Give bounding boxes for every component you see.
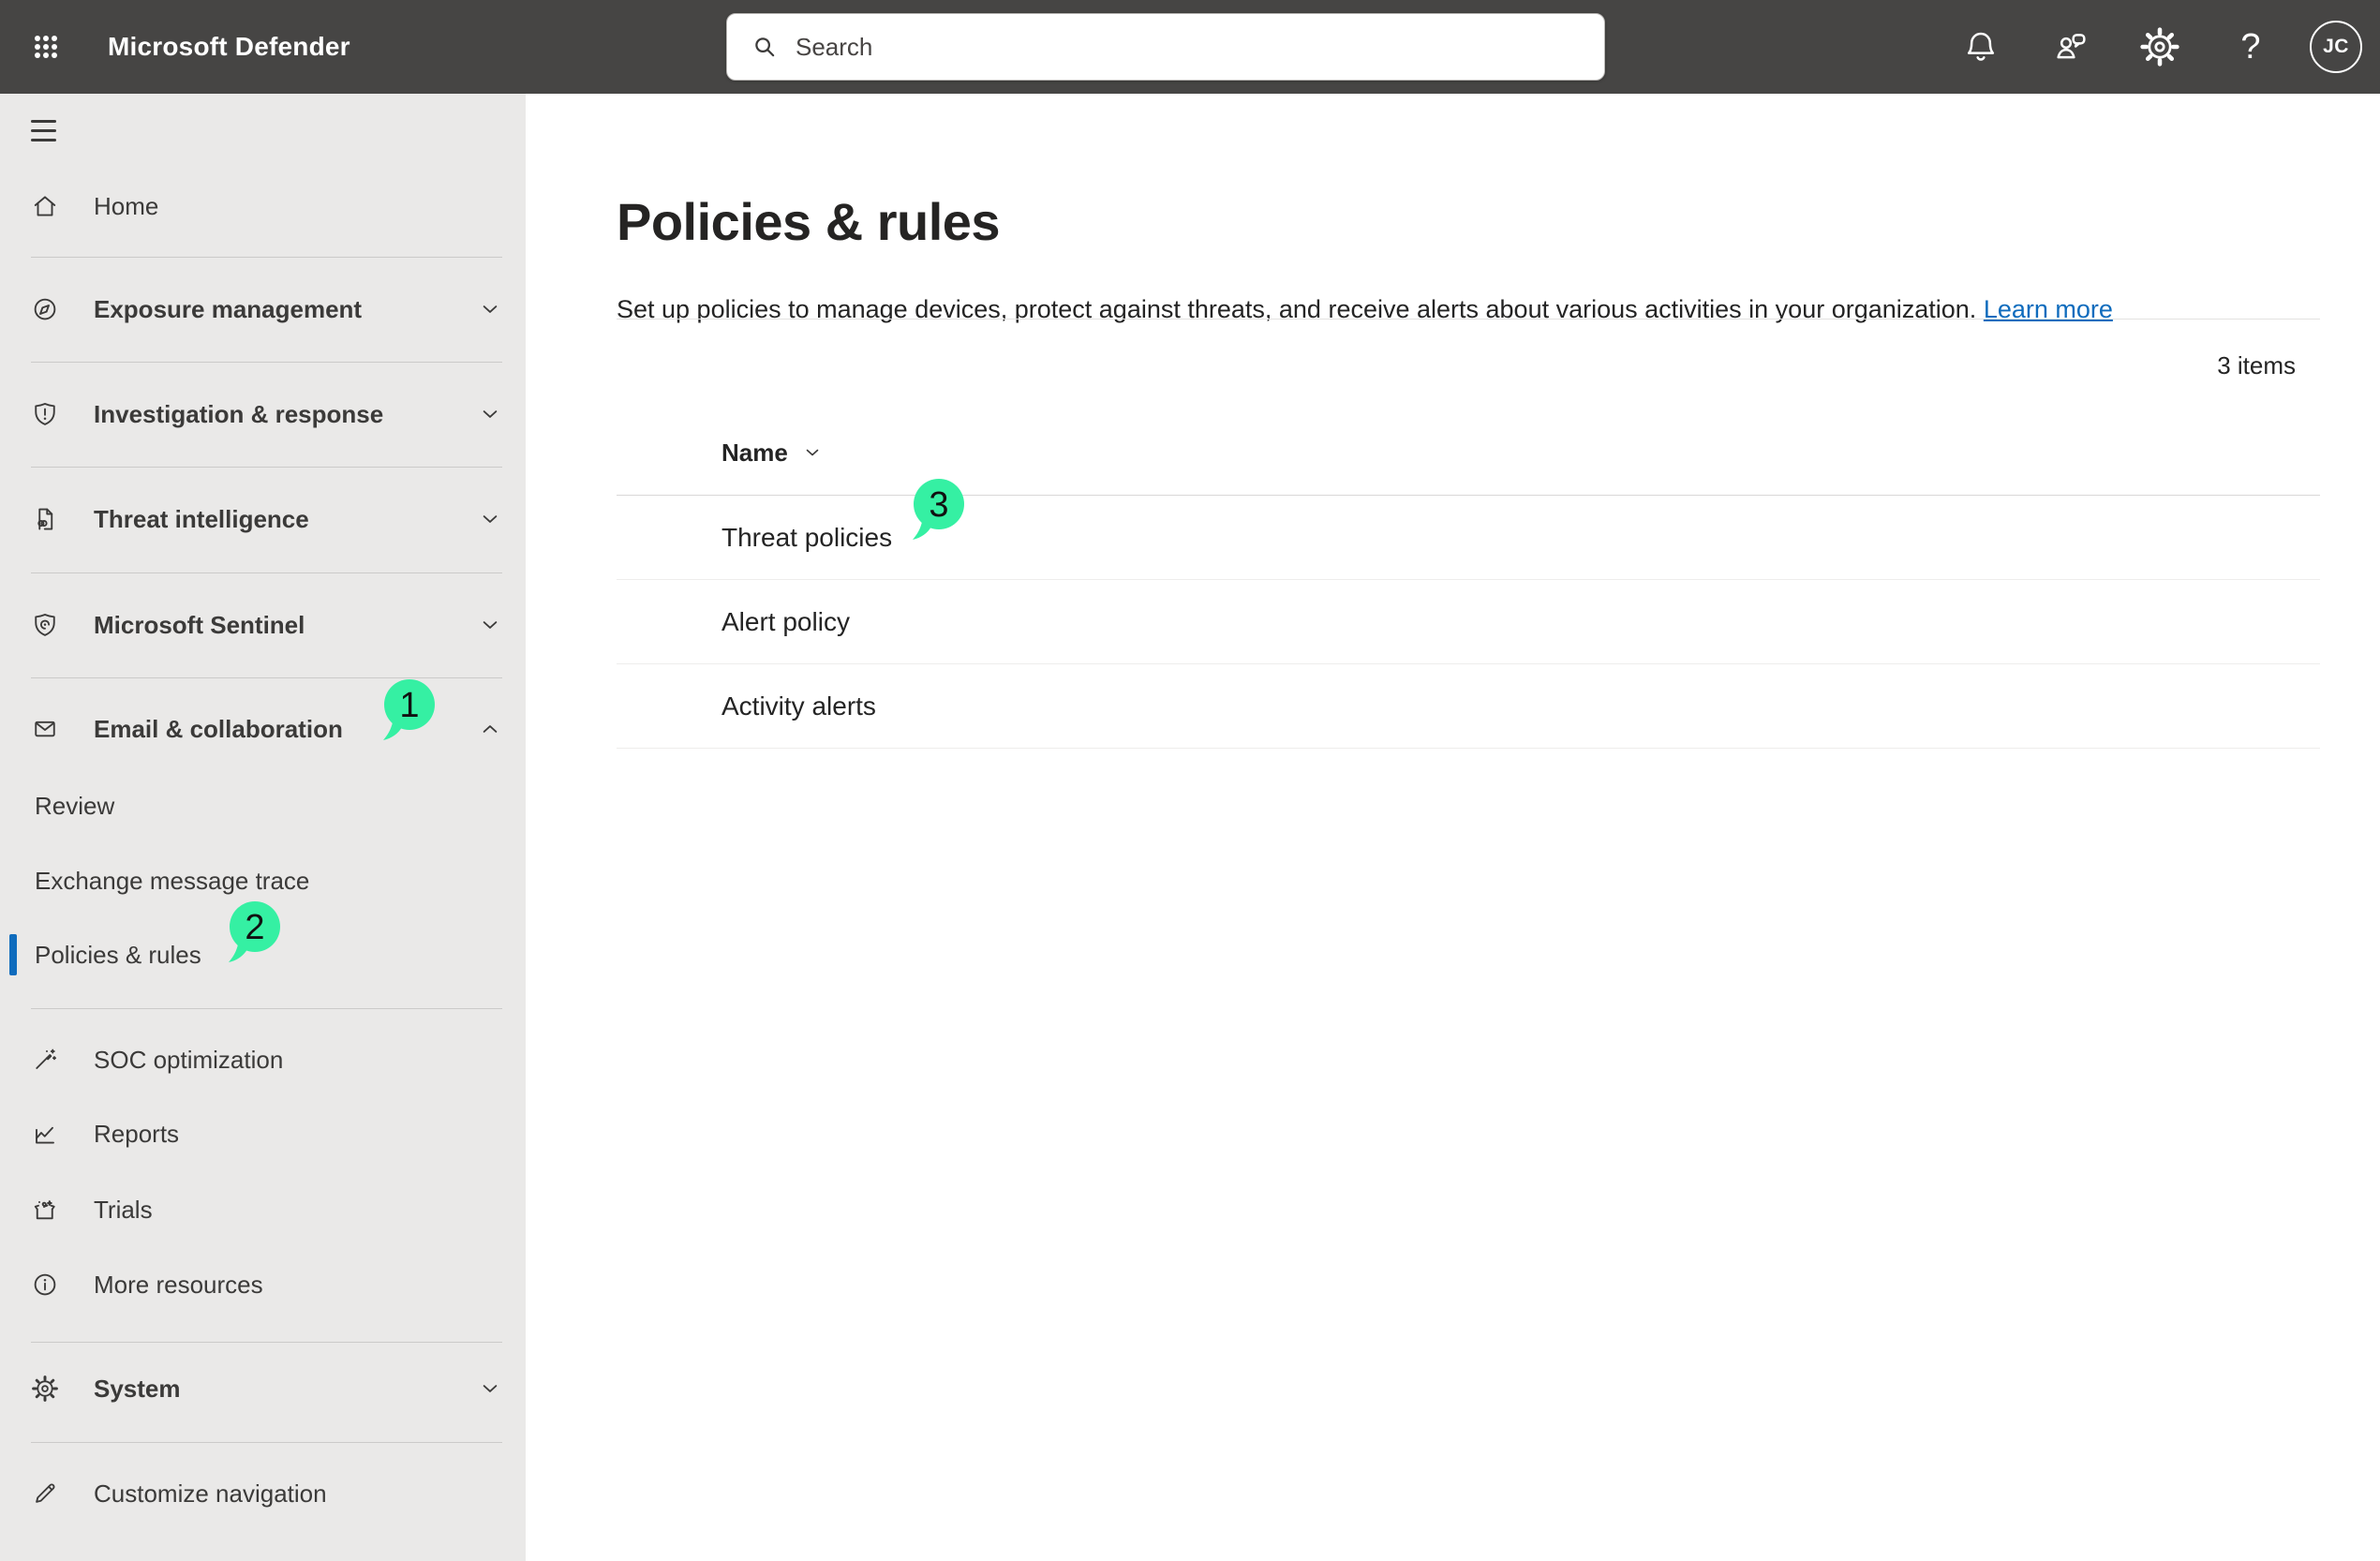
global-search	[726, 13, 1605, 81]
top-app-bar: Microsoft Defender	[0, 0, 2380, 94]
sidebar-divider	[31, 572, 502, 573]
sidebar-item-label: More resources	[94, 1271, 263, 1300]
page-description: Set up policies to manage devices, prote…	[617, 295, 2320, 324]
table-column-header-name[interactable]: Name	[721, 429, 824, 476]
row-label: Alert policy	[721, 607, 850, 637]
sidebar-item-microsoft-sentinel[interactable]: Microsoft Sentinel	[0, 599, 526, 651]
sidebar-item-exposure-management[interactable]: Exposure management	[0, 283, 526, 335]
row-label: Activity alerts	[721, 691, 876, 721]
bell-icon	[1962, 28, 2000, 66]
microsoft-defender-portal: Microsoft Defender	[0, 0, 2380, 1561]
chevron-down-icon	[477, 612, 503, 638]
section-divider	[617, 319, 2320, 320]
sort-chevron-icon	[801, 441, 824, 464]
pencil-icon	[31, 1479, 59, 1508]
sidebar-item-label: Review	[35, 792, 114, 821]
sidebar-item-soc-optimization[interactable]: SOC optimization	[0, 1033, 526, 1086]
column-header-label: Name	[721, 439, 788, 468]
shield-spiral-icon	[31, 611, 59, 639]
sidebar-item-home[interactable]: Home	[0, 180, 526, 232]
sidebar-item-more-resources[interactable]: More resources	[0, 1258, 526, 1311]
sidebar-item-email-collaboration[interactable]: Email & collaboration	[0, 703, 526, 755]
help-button[interactable]: ?	[2217, 13, 2284, 81]
sidebar-item-investigation-response[interactable]: Investigation & response	[0, 388, 526, 440]
sidebar-divider	[31, 1342, 502, 1343]
brain-document-icon	[31, 505, 59, 533]
gear-icon	[31, 1375, 59, 1403]
settings-button[interactable]	[2126, 13, 2194, 81]
sidebar-item-threat-intelligence[interactable]: Threat intelligence	[0, 493, 526, 545]
app-launcher-button[interactable]	[12, 13, 80, 81]
shield-alert-icon	[31, 400, 59, 428]
sidebar-item-label: Policies & rules	[35, 941, 201, 970]
sidebar-item-customize-navigation[interactable]: Customize navigation	[0, 1467, 526, 1520]
account-avatar[interactable]: JC	[2310, 21, 2362, 73]
sidebar-item-label: Exchange message trace	[35, 867, 309, 896]
sidebar-divider	[31, 1442, 502, 1443]
sidebar-item-label: Email & collaboration	[94, 715, 343, 744]
search-input[interactable]	[794, 32, 1585, 63]
sidebar-divider	[31, 1008, 502, 1009]
search-icon	[751, 33, 779, 61]
sidebar-item-label: Investigation & response	[94, 400, 383, 429]
person-chat-icon	[2052, 28, 2090, 66]
sidebar-item-label: Microsoft Sentinel	[94, 611, 305, 640]
sidebar-divider	[31, 362, 502, 363]
question-mark-icon: ?	[2240, 29, 2260, 65]
notifications-button[interactable]	[1947, 13, 2015, 81]
sidebar-item-label: SOC optimization	[94, 1046, 283, 1075]
main-content: Policies & rules Set up policies to mana…	[526, 94, 2380, 1561]
sidebar-item-label: Home	[94, 192, 158, 221]
sidebar-item-trials[interactable]: Trials	[0, 1183, 526, 1236]
policies-table: Threat policies Alert policy Activity al…	[617, 495, 2320, 749]
envelope-icon	[31, 715, 59, 743]
table-row-threat-policies[interactable]: Threat policies	[617, 496, 2320, 580]
waffle-icon	[34, 35, 59, 60]
sidebar-item-review[interactable]: Review	[0, 783, 526, 828]
sidebar-item-label: Customize navigation	[94, 1479, 327, 1509]
items-count: 3 items	[617, 345, 2320, 386]
chevron-down-icon	[477, 296, 503, 322]
left-navigation: Home Exposure management	[0, 94, 526, 1561]
line-chart-icon	[31, 1120, 59, 1148]
app-title: Microsoft Defender	[108, 0, 350, 94]
table-row-alert-policy[interactable]: Alert policy	[617, 580, 2320, 664]
feedback-button[interactable]	[2037, 13, 2105, 81]
sidebar-divider	[31, 467, 502, 468]
sidebar-divider	[31, 677, 502, 678]
sidebar-item-reports[interactable]: Reports	[0, 1108, 526, 1160]
home-icon	[31, 192, 59, 220]
unbox-sparkles-icon	[31, 1196, 59, 1224]
magic-wand-icon	[31, 1046, 59, 1074]
sidebar-divider	[31, 257, 502, 258]
sidebar-item-policies-rules[interactable]: Policies & rules	[0, 932, 526, 977]
sidebar-item-label: System	[94, 1375, 181, 1404]
gear-icon	[2140, 27, 2179, 67]
chevron-up-icon	[477, 716, 503, 742]
row-label: Threat policies	[721, 523, 892, 553]
sidebar-item-exchange-message-trace[interactable]: Exchange message trace	[0, 858, 526, 903]
chevron-down-icon	[477, 1375, 503, 1402]
chevron-down-icon	[477, 401, 503, 427]
chevron-down-icon	[477, 506, 503, 532]
collapse-navigation-button[interactable]	[31, 108, 87, 153]
compass-icon	[31, 295, 59, 323]
page-title: Policies & rules	[617, 191, 1000, 252]
sidebar-item-label: Reports	[94, 1120, 179, 1149]
sidebar-item-label: Trials	[94, 1196, 153, 1225]
sidebar-item-system[interactable]: System	[0, 1362, 526, 1415]
sidebar-item-label: Threat intelligence	[94, 505, 309, 534]
sidebar-item-label: Exposure management	[94, 295, 362, 324]
info-icon	[31, 1271, 59, 1299]
avatar-initials: JC	[2323, 36, 2349, 58]
table-row-activity-alerts[interactable]: Activity alerts	[617, 664, 2320, 749]
